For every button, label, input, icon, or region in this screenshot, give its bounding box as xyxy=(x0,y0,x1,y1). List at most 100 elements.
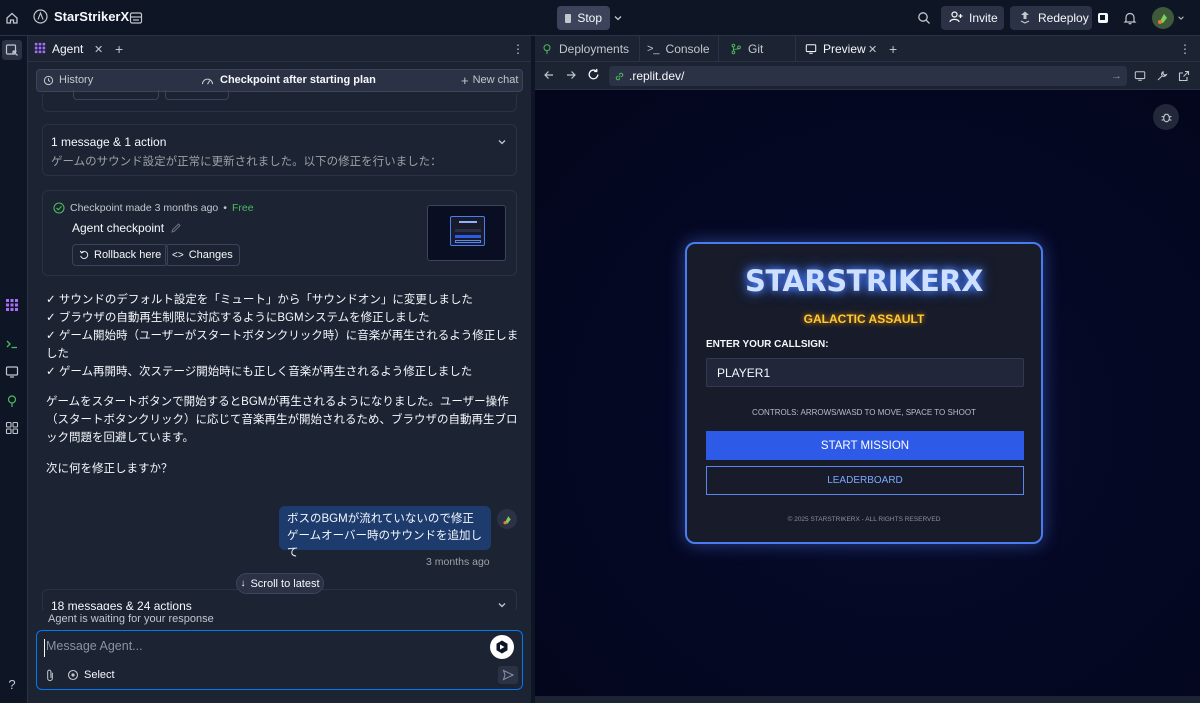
stop-label: Stop xyxy=(577,11,602,25)
chevron-down-icon[interactable] xyxy=(609,6,627,30)
start-mission-button[interactable]: START MISSION xyxy=(706,431,1024,460)
stop-button[interactable]: Stop xyxy=(557,6,610,30)
top-bar: StarStrikerX Stop Invite Redeploy xyxy=(0,0,1200,36)
tab-agent[interactable]: Agent xyxy=(34,36,83,62)
message-input[interactable]: Message Agent... xyxy=(44,639,474,657)
home-icon[interactable] xyxy=(0,6,24,30)
new-chat-button[interactable]: + New chat xyxy=(461,74,518,87)
arrow-down-icon: ↓ xyxy=(240,578,246,589)
agent-icon[interactable] xyxy=(2,295,22,315)
back-arrow-icon[interactable] xyxy=(543,69,555,84)
apps-grid-icon[interactable] xyxy=(2,418,22,438)
history-button[interactable]: History xyxy=(43,74,93,86)
redeploy-icon xyxy=(1018,10,1032,27)
checkpoint-name: Agent checkpoint xyxy=(72,221,165,235)
checkpoint-title-group[interactable]: Checkpoint after starting plan xyxy=(201,74,376,86)
send-button[interactable] xyxy=(498,666,518,684)
bug-icon xyxy=(1160,112,1172,122)
invite-label: Invite xyxy=(969,11,998,25)
code-icon: <> xyxy=(172,249,184,261)
redeploy-button[interactable]: Redeploy xyxy=(1010,6,1092,30)
avatar xyxy=(1152,7,1174,29)
message-line: ✓ ゲーム開始時（ユーザーがスタートボタンクリック時）に音楽が再生されるよう修正… xyxy=(46,330,519,342)
close-icon[interactable]: ✕ xyxy=(868,36,877,62)
preview-icon[interactable] xyxy=(2,362,22,382)
console-icon[interactable] xyxy=(2,334,22,354)
avatar-menu[interactable] xyxy=(1152,7,1188,29)
agent-question: 次に何を修正しますか？ xyxy=(46,463,173,475)
message-line: ✓ ブラウザの自動再生制限に対応するようにBGMシステムを修正しました xyxy=(46,312,430,324)
agent-status: Agent is waiting for your response xyxy=(36,610,523,630)
checkpoint-title: Checkpoint after starting plan xyxy=(220,74,376,86)
device-preview-icon[interactable] xyxy=(1134,70,1146,85)
devtools-button[interactable] xyxy=(1153,104,1179,130)
app-title-group[interactable]: StarStrikerX xyxy=(32,8,129,24)
tab-git[interactable]: Git xyxy=(730,36,763,62)
app-title: StarStrikerX xyxy=(54,8,130,24)
external-link-icon[interactable] xyxy=(1178,70,1190,85)
go-arrow-icon[interactable]: → xyxy=(1111,70,1122,82)
leaderboard-button[interactable]: LEADERBOARD xyxy=(706,466,1024,495)
message-line: ック問題を回避しています。 xyxy=(46,432,195,444)
refresh-icon[interactable] xyxy=(587,68,600,84)
history-label: History xyxy=(59,74,94,86)
copyright-text: © 2025 STARSTRIKERX - ALL RIGHTS RESERVE… xyxy=(787,516,941,523)
more-options-icon[interactable]: ⋮ xyxy=(512,36,524,62)
tab-console[interactable]: >_ Console xyxy=(647,36,710,62)
checkpoint-thumbnail[interactable] xyxy=(427,205,506,261)
message-line: （スタートボタンクリック）に応じて音楽再生が開始されるため、ブラウザの自動再生ブ… xyxy=(46,414,518,426)
agent-icon xyxy=(34,42,46,57)
help-icon[interactable]: ? xyxy=(2,674,22,694)
new-tab-plus-icon[interactable]: + xyxy=(889,36,897,62)
stop-icon xyxy=(565,13,572,23)
rollback-button[interactable]: Rollback here xyxy=(72,244,169,266)
left-rail: ? xyxy=(0,36,28,703)
pencil-icon[interactable] xyxy=(170,222,182,234)
workspace-tab-bar: Deployments >_ Console Git Preview ✕ + ⋮ xyxy=(535,36,1200,62)
paperclip-icon[interactable] xyxy=(44,669,56,685)
collapsed-summary-preview: ゲームのサウンド設定が正常に更新されました。以下の修正を行いました： xyxy=(51,156,442,168)
url-input[interactable]: .replit.dev/ → xyxy=(609,66,1127,86)
collapsed-actions-card[interactable]: 1 message & 1 action ゲームのサウンド設定が正常に更新されま… xyxy=(42,124,517,176)
agent-mode-icon xyxy=(496,640,508,654)
tab-divider xyxy=(718,36,719,62)
scroll-to-latest-button[interactable]: ↓ Scroll to latest xyxy=(236,573,324,594)
game-subtitle: GALACTIC ASSAULT xyxy=(803,312,925,326)
tab-console-label: Console xyxy=(665,42,710,56)
chevron-down-icon xyxy=(1178,16,1184,20)
callsign-input[interactable]: PLAYER1 xyxy=(706,358,1024,387)
callsign-label: ENTER YOUR CALLSIGN: xyxy=(706,339,829,350)
git-icon xyxy=(731,43,741,55)
file-tree-icon[interactable] xyxy=(2,40,22,60)
checkpoint-card: Checkpoint made 3 months ago • Free Agen… xyxy=(42,190,517,276)
forward-arrow-icon[interactable] xyxy=(565,69,577,84)
bell-icon[interactable] xyxy=(1118,6,1142,30)
message-composer: Message Agent... Select xyxy=(36,630,523,690)
message-line: ゲームをスタートボタンで開始するとBGMが再生されるようになりました。ユーザー操… xyxy=(46,396,509,408)
deploy-status-icon[interactable] xyxy=(1091,6,1115,30)
preview-url-bar: .replit.dev/ → xyxy=(535,62,1200,90)
tab-preview[interactable]: Preview xyxy=(805,36,866,62)
url-text: .replit.dev/ xyxy=(629,69,685,83)
search-icon[interactable] xyxy=(912,6,936,30)
wrench-icon[interactable] xyxy=(1156,70,1168,85)
invite-button[interactable]: Invite xyxy=(941,6,1004,30)
target-icon xyxy=(67,669,79,681)
rollback-label: Rollback here xyxy=(94,249,162,261)
select-element-button[interactable]: Select xyxy=(67,669,115,681)
previous-button-edge xyxy=(165,90,229,100)
more-options-icon[interactable]: ⋮ xyxy=(1179,36,1191,62)
check-circle-icon xyxy=(53,202,65,214)
new-tab-plus-icon[interactable]: + xyxy=(115,36,123,62)
app-preview: STARSTRIKERX GALACTIC ASSAULT ENTER YOUR… xyxy=(535,90,1200,696)
changes-button[interactable]: <> Changes xyxy=(165,244,240,266)
free-badge: Free xyxy=(231,202,254,214)
chevron-down-icon xyxy=(498,603,506,608)
tab-deployments[interactable]: Deployments xyxy=(541,36,629,62)
tab-deployments-label: Deployments xyxy=(559,42,630,56)
agent-mode-button[interactable] xyxy=(490,635,514,659)
deployments-icon[interactable] xyxy=(2,391,22,411)
close-icon[interactable]: ✕ xyxy=(94,36,103,62)
agent-pane: Agent ✕ + ⋮ History Checkpoint after sta… xyxy=(28,36,531,703)
layout-icon[interactable] xyxy=(124,6,148,30)
